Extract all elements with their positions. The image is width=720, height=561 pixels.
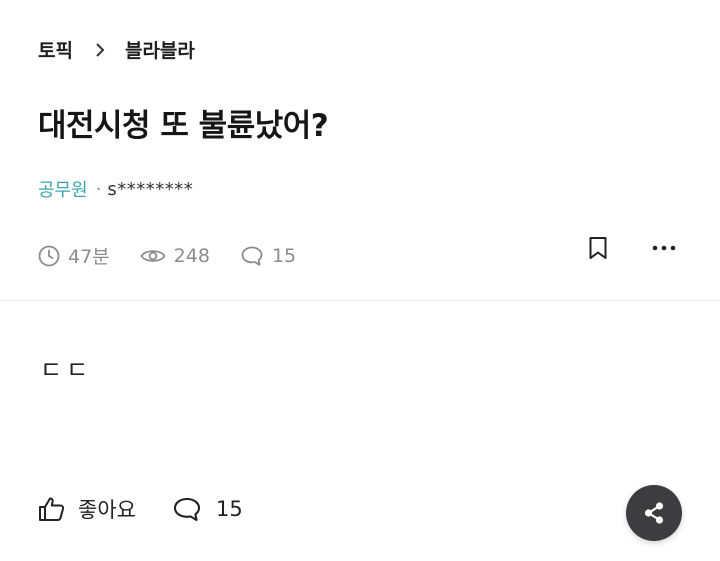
author-nickname: s******** xyxy=(107,178,194,200)
like-button[interactable]: 좋아요 xyxy=(38,494,136,524)
meta-views-value: 248 xyxy=(173,244,210,267)
post-body: ㄷㄷ xyxy=(40,356,93,384)
share-icon xyxy=(644,502,664,524)
meta-views: 248 xyxy=(140,245,210,267)
comment-count: 15 xyxy=(215,497,243,521)
meta-comments-value: 15 xyxy=(271,244,297,267)
meta-time-value: 47분 xyxy=(68,246,110,268)
meta-time: 47분 xyxy=(38,242,110,269)
comment-icon xyxy=(241,246,263,266)
author-company[interactable]: 공무원 xyxy=(38,176,88,202)
comment-button[interactable]: 15 xyxy=(172,496,243,522)
breadcrumb-topic[interactable]: 토픽 xyxy=(38,36,73,63)
breadcrumb-board[interactable]: 블라블라 xyxy=(125,36,195,63)
post-meta: 47분 248 15 xyxy=(38,242,326,269)
meta-comments: 15 xyxy=(240,245,296,267)
more-options-icon[interactable] xyxy=(652,245,676,251)
thumbs-up-icon xyxy=(39,497,65,521)
author-separator: · xyxy=(95,178,102,200)
divider xyxy=(0,300,720,301)
bookmark-icon[interactable] xyxy=(588,236,608,260)
comment-icon xyxy=(173,497,201,522)
post-title: 대전시청 또 불륜났어? xyxy=(38,108,329,144)
breadcrumb: 토픽 블라블라 xyxy=(38,36,195,63)
clock-icon xyxy=(38,245,60,266)
post-footer: 좋아요 15 xyxy=(38,494,243,524)
author-line: 공무원 · s******** xyxy=(38,176,193,202)
like-label: 좋아요 xyxy=(78,498,136,522)
chevron-right-icon xyxy=(95,42,105,58)
post-actions xyxy=(588,236,676,260)
share-button[interactable] xyxy=(626,485,682,541)
eye-icon xyxy=(140,249,166,262)
